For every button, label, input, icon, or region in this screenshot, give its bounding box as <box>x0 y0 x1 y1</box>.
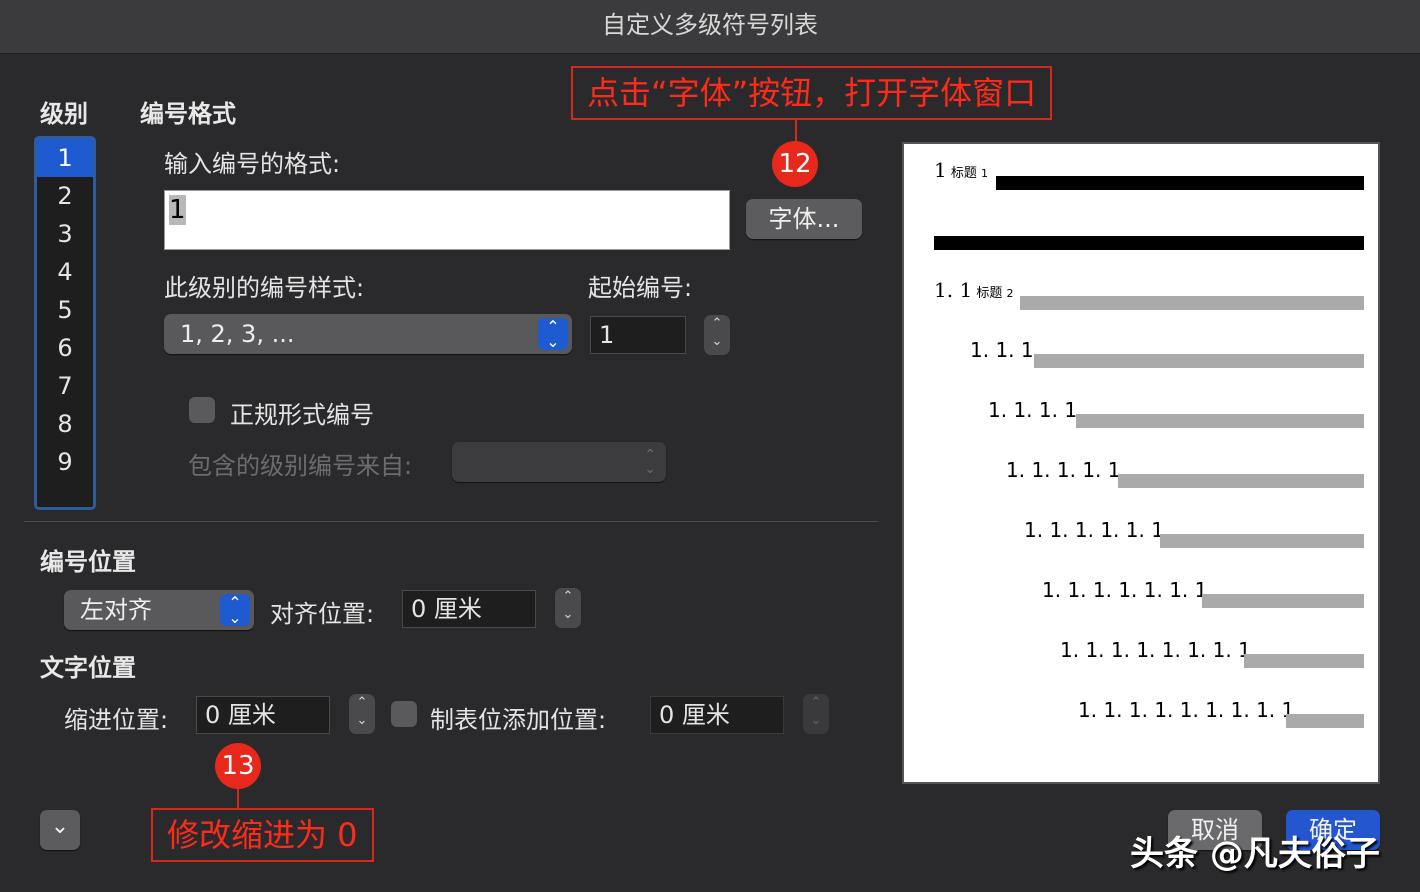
preview-sub: 1 <box>981 167 988 180</box>
start-label: 起始编号: <box>588 268 692 303</box>
preview-label: 1. 1. 1. 1. 1. 1. 1. 1. 1 <box>1078 698 1294 722</box>
alignment-select[interactable]: 左对齐 ⌃⌄ <box>64 590 254 630</box>
level-item[interactable]: 1 <box>37 139 93 177</box>
preview-title: 标题 <box>951 166 977 181</box>
indent-input[interactable]: 0 厘米 <box>196 696 330 734</box>
preview-bar <box>1076 414 1364 428</box>
style-label: 此级别的编号样式: <box>164 268 364 303</box>
tab-stop-label: 制表位添加位置: <box>430 700 606 735</box>
divider <box>24 521 878 522</box>
preview-number: 1. 1. 1. 1 <box>988 398 1077 422</box>
annotation-12-badge: 12 <box>772 141 818 187</box>
preview-title: 标题 <box>976 286 1002 301</box>
preview-bar <box>934 236 1364 250</box>
text-position-heading: 文字位置 <box>40 648 136 683</box>
indent-label: 缩进位置: <box>64 700 168 735</box>
chevron-updown-icon: ⌃⌄ <box>538 318 568 350</box>
preview-number: 1. 1. 1. 1. 1. 1 <box>1024 518 1164 542</box>
preview-number: 1. 1. 1. 1. 1. 1. 1. 1. 1 <box>1078 698 1294 722</box>
preview-bar <box>1244 654 1364 668</box>
level-item[interactable]: 6 <box>37 329 93 367</box>
start-number-input[interactable]: 1 <box>590 316 686 354</box>
preview-label: 1. 1. 1. 1. 1. 1 <box>1024 518 1164 542</box>
expand-button[interactable]: ⌄ <box>40 810 80 850</box>
preview-bar <box>996 176 1364 190</box>
level-list[interactable]: 123456789 <box>34 136 96 510</box>
preview-bar <box>1034 354 1364 368</box>
start-number-stepper[interactable]: ⌃⌄ <box>704 315 730 355</box>
number-format-heading: 编号格式 <box>140 94 236 129</box>
tab-stop-input: 0 厘米 <box>650 696 784 734</box>
preview-label: 1. 1. 1 <box>970 338 1034 362</box>
include-level-label: 包含的级别编号来自: <box>188 446 412 481</box>
preview-number: 1. 1. 1. 1. 1. 1. 1. 1 <box>1060 638 1251 662</box>
preview-bar <box>1202 594 1364 608</box>
alignment-value: 左对齐 <box>80 596 152 624</box>
format-input-label: 输入编号的格式: <box>164 144 340 179</box>
preview-bar <box>1286 714 1364 728</box>
number-style-value: 1, 2, 3, ... <box>180 320 294 348</box>
chevron-updown-icon: ⌃⌄ <box>644 448 656 476</box>
font-button[interactable]: 字体... <box>746 199 862 239</box>
level-item[interactable]: 7 <box>37 367 93 405</box>
preview-number: 1. 1 <box>934 278 972 302</box>
tab-stop-stepper: ⌃⌄ <box>803 694 829 734</box>
preview-bar <box>1160 534 1364 548</box>
include-level-select: ⌃⌄ <box>452 442 666 482</box>
preview-number: 1 <box>934 158 947 182</box>
level-item[interactable]: 3 <box>37 215 93 253</box>
preview-bar <box>1118 474 1364 488</box>
indent-stepper[interactable]: ⌃⌄ <box>349 694 375 734</box>
number-position-heading: 编号位置 <box>40 542 136 577</box>
preview-label: 1. 1 标题 2 <box>934 278 1013 302</box>
legal-checkbox[interactable] <box>189 397 215 423</box>
preview-label: 1 标题 1 <box>934 158 988 182</box>
preview-label: 1. 1. 1. 1. 1 <box>1006 458 1120 482</box>
preview-number: 1. 1. 1. 1. 1 <box>1006 458 1120 482</box>
watermark: 头条 @凡夫俗子 <box>1130 826 1380 875</box>
preview-label: 1. 1. 1. 1. 1. 1. 1 <box>1042 578 1207 602</box>
level-item[interactable]: 8 <box>37 405 93 443</box>
preview-sub: 2 <box>1006 287 1013 300</box>
align-at-input[interactable]: 0 厘米 <box>402 590 536 628</box>
format-input-value: 1 <box>169 195 186 225</box>
number-style-select[interactable]: 1, 2, 3, ... ⌃⌄ <box>164 314 572 354</box>
align-at-stepper[interactable]: ⌃⌄ <box>555 588 581 628</box>
annotation-13-badge: 13 <box>215 743 261 789</box>
preview-label: 1. 1. 1. 1 <box>988 398 1077 422</box>
level-item[interactable]: 4 <box>37 253 93 291</box>
preview-pane: 1 标题 1 1. 1 标题 2 1. 1. 1 1. 1. 1. 1 1. 1. 1.… <box>902 142 1380 784</box>
align-at-label: 对齐位置: <box>270 594 374 629</box>
annotation-13-text: 修改缩进为 0 <box>151 808 374 862</box>
chevron-updown-icon: ⌃⌄ <box>220 594 250 626</box>
level-item[interactable]: 9 <box>37 443 93 481</box>
preview-label: 1. 1. 1. 1. 1. 1. 1. 1 <box>1060 638 1251 662</box>
legal-checkbox-label: 正规形式编号 <box>230 395 374 430</box>
annotation-12-text: 点击“字体”按钮，打开字体窗口 <box>571 66 1052 120</box>
tab-stop-checkbox[interactable] <box>391 701 417 727</box>
level-item[interactable]: 5 <box>37 291 93 329</box>
level-heading: 级别 <box>40 94 88 129</box>
annotation-13-line <box>237 789 239 809</box>
preview-number: 1. 1. 1. 1. 1. 1. 1 <box>1042 578 1207 602</box>
format-input[interactable]: 1 <box>164 190 730 250</box>
level-item[interactable]: 2 <box>37 177 93 215</box>
window-title: 自定义多级符号列表 <box>0 0 1420 54</box>
annotation-12-line <box>795 120 797 142</box>
preview-bar <box>1020 296 1364 310</box>
preview-number: 1. 1. 1 <box>970 338 1034 362</box>
